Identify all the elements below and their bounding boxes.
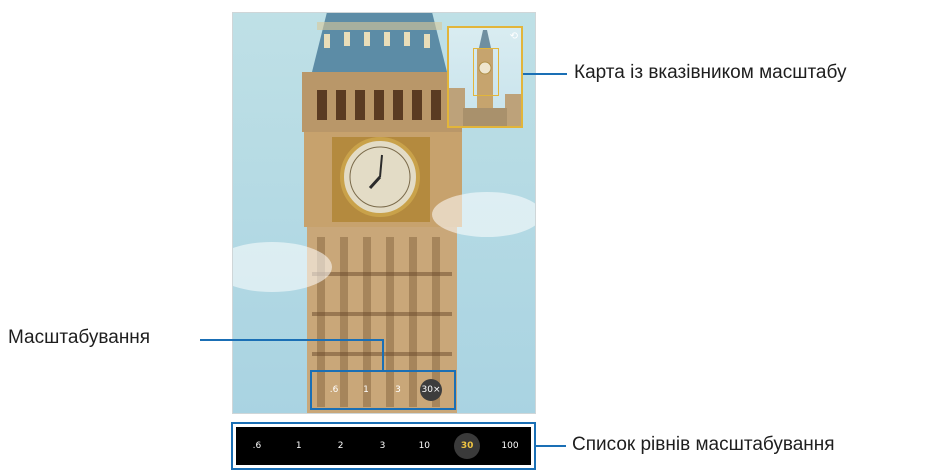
zoom-level-item[interactable]: 2 (329, 441, 353, 451)
zoom-map: ⟲ (447, 26, 523, 128)
callout-line-levels (536, 445, 566, 447)
callout-line-zoom-vertical (382, 339, 384, 371)
zoom-level-item[interactable]: .6 (245, 441, 269, 451)
cloud (432, 192, 536, 237)
zoom-chip-active[interactable]: 30× (420, 379, 442, 401)
zoom-chip[interactable]: 1 (356, 385, 376, 395)
callout-line-map (523, 73, 567, 75)
camera-flip-icon[interactable]: ⟲ (510, 31, 518, 42)
zoom-level-item-selected[interactable]: 30 (454, 433, 481, 459)
zoom-level-item[interactable]: 1 (287, 441, 311, 451)
zoom-indicator-frame (473, 48, 499, 96)
zoom-chip[interactable]: .6 (324, 385, 344, 395)
callout-zoom-levels: Список рівнів масштабування (572, 434, 835, 455)
zoom-level-list: .6 1 2 3 10 30 100 (231, 422, 536, 470)
zoom-chip[interactable]: 3 (388, 385, 408, 395)
zoom-level-item[interactable]: 100 (498, 441, 522, 451)
callout-zoom: Масштабування (8, 327, 151, 348)
callout-line-zoom (200, 339, 384, 341)
zoom-level-item[interactable]: 3 (370, 441, 394, 451)
callout-zoom-map: Карта із вказівником масштабу (574, 62, 847, 83)
zoom-level-item[interactable]: 10 (412, 441, 436, 451)
zoom-shortcuts: .6 1 3 30× (310, 370, 456, 410)
zoom-level-strip: .6 1 2 3 10 30 100 (236, 427, 531, 465)
